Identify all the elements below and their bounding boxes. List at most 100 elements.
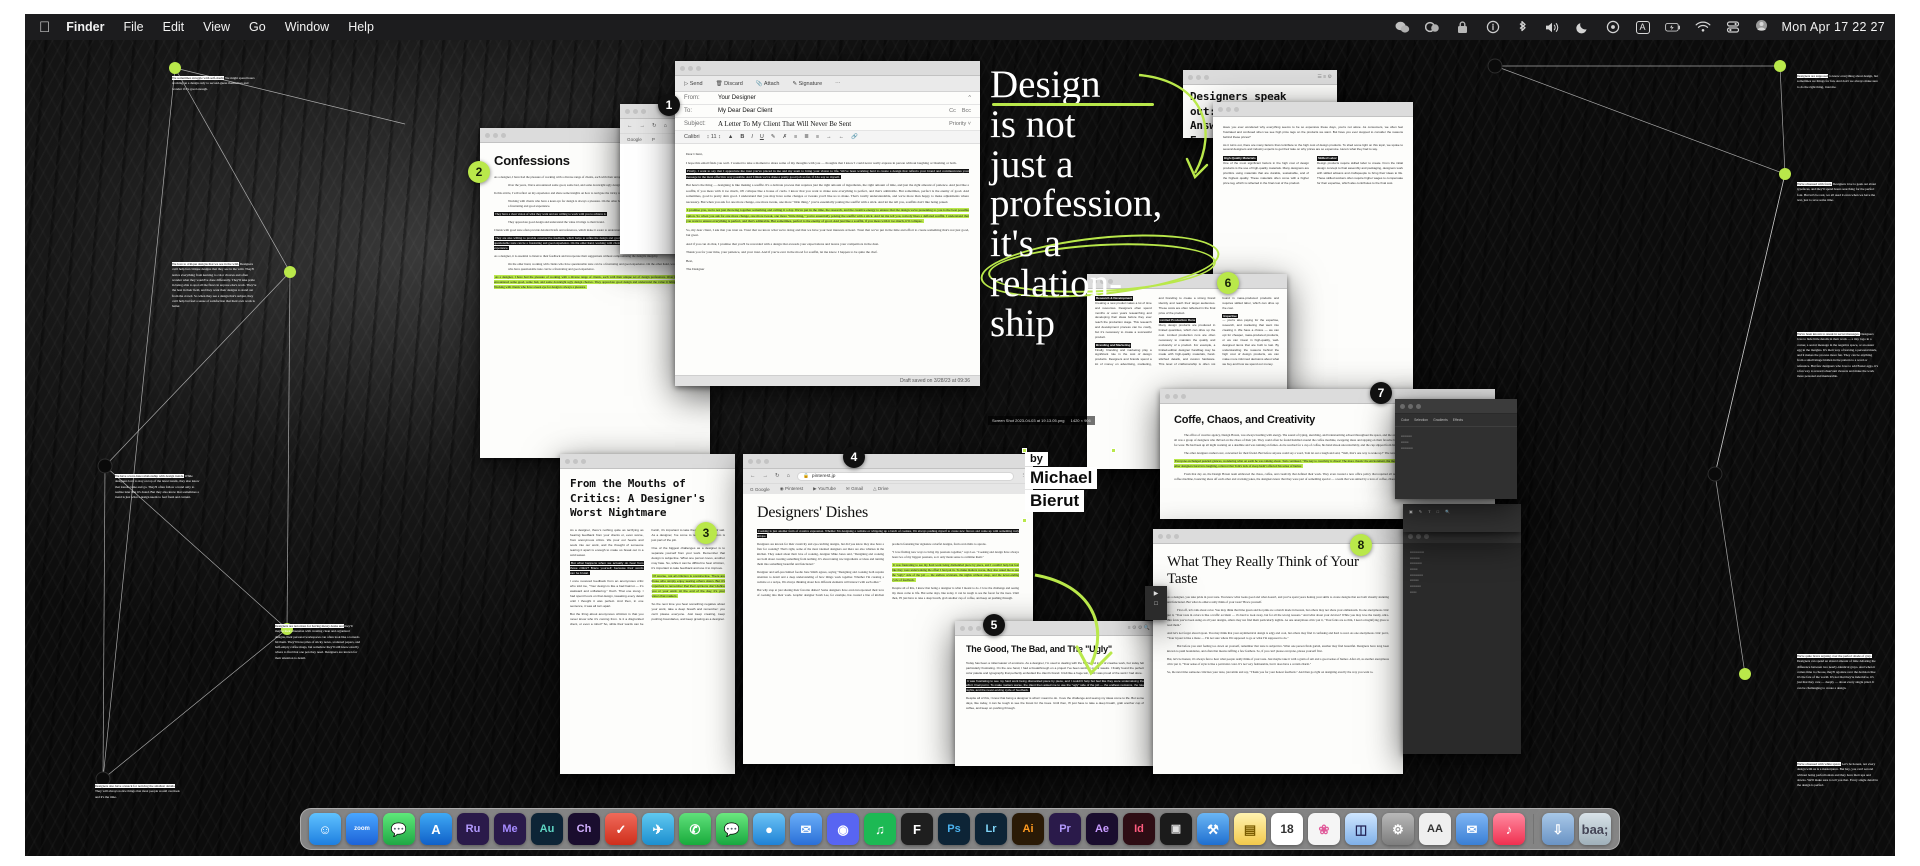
dock-item-zoom[interactable]: zoom bbox=[346, 813, 378, 845]
apple-menu-icon[interactable]:  bbox=[39, 20, 50, 35]
bcc-button[interactable]: Bcc bbox=[962, 108, 971, 114]
window-titlebar[interactable] bbox=[1395, 399, 1517, 414]
email-to-row[interactable]: To: My Dear Dear Client Cc Bcc bbox=[675, 105, 980, 118]
browser-bookmarks-row[interactable]: G Google ◉ Pinterest ▶ YouTube ✉ Gmail △… bbox=[743, 483, 1033, 494]
selection-handle-top-right[interactable] bbox=[1111, 448, 1116, 453]
tab-gradients[interactable]: Gradients bbox=[1433, 418, 1448, 422]
lock-icon[interactable] bbox=[1455, 19, 1471, 35]
address-bar[interactable]: 🔒 pinterest.jp bbox=[796, 471, 1014, 481]
annotation-badge-4[interactable]: 4 bbox=[843, 446, 865, 468]
maximize-button[interactable] bbox=[501, 132, 506, 138]
annotation-badge-7[interactable]: 7 bbox=[1370, 382, 1392, 404]
back-arrow-icon[interactable]: ← bbox=[627, 123, 633, 129]
panel-row[interactable]: ▪▪▪▪▪▪▪▪▪▪▪ bbox=[1401, 445, 1511, 451]
maximize-button[interactable] bbox=[1424, 533, 1429, 539]
dock-item-trash[interactable]: baa; bbox=[1579, 813, 1611, 845]
dock-item-bridge[interactable]: ▣ bbox=[1160, 813, 1192, 845]
close-button[interactable] bbox=[1400, 403, 1405, 409]
attribution-block[interactable]: by Michael Bierut bbox=[1022, 448, 1116, 523]
selection-handle-top-left[interactable] bbox=[1022, 448, 1027, 453]
email-body[interactable]: Dear Client, I hope this email finds you… bbox=[675, 144, 980, 284]
email-compose-window[interactable]: ▷ Send 🗑 Discard 📎 Attach ✎ Signature ⋯ … bbox=[675, 61, 980, 386]
home-icon[interactable]: ⌂ bbox=[664, 123, 667, 129]
email-subject-row[interactable]: Subject: A Letter To My Client That Will… bbox=[675, 118, 980, 131]
tools-column[interactable]: ▶ □ bbox=[1145, 586, 1167, 611]
minimize-button[interactable] bbox=[688, 65, 693, 71]
dock-item-preview[interactable]: ◫ bbox=[1345, 813, 1377, 845]
bullet-list-icon[interactable]: ≡ bbox=[794, 134, 797, 140]
bookmark-gmail[interactable]: ✉ Gmail bbox=[846, 486, 863, 492]
dock-item-illustrator[interactable]: Ai bbox=[1012, 813, 1044, 845]
dock-item-premiere-pro[interactable]: Pr bbox=[1049, 813, 1081, 845]
subject-field[interactable]: A Letter To My Client That Will Never Be… bbox=[718, 120, 949, 128]
tab-color[interactable]: Color bbox=[1401, 418, 1409, 422]
dock-item-mail[interactable]: ✉ bbox=[790, 813, 822, 845]
menu-item-finder[interactable]: Finder bbox=[66, 20, 104, 34]
annotation-badge-5[interactable]: 5 bbox=[983, 614, 1005, 636]
priority-dropdown[interactable]: Priority ˅ bbox=[949, 121, 971, 127]
dark-toolbar-panel[interactable]: ▣ ✎ T □ 🔍 bbox=[1403, 504, 1521, 532]
maximize-button[interactable] bbox=[581, 458, 586, 464]
forward-arrow-icon[interactable]: → bbox=[763, 473, 769, 479]
menu-item-help[interactable]: Help bbox=[348, 20, 374, 34]
dock-item-photoshop[interactable]: Ps bbox=[938, 813, 970, 845]
close-button[interactable] bbox=[1158, 533, 1163, 539]
close-button[interactable] bbox=[565, 458, 570, 464]
wifi-icon[interactable] bbox=[1695, 19, 1711, 35]
to-field[interactable]: My Dear Dear Client bbox=[718, 108, 949, 114]
align-icon[interactable]: ≡ bbox=[816, 134, 819, 140]
dock-item-spotify[interactable]: ♫ bbox=[864, 813, 896, 845]
dock-item-photos[interactable]: ❀ bbox=[1308, 813, 1340, 845]
design-tool-panel[interactable]: Color Selection Gradients Effects ▪▪▪▪▪▪… bbox=[1395, 399, 1517, 499]
font-color-icon[interactable]: ▲ bbox=[728, 134, 733, 140]
control-center-icon[interactable] bbox=[1725, 19, 1741, 35]
font-size-select[interactable]: ↕ 11 ↕ bbox=[707, 134, 721, 140]
dock-item-figma[interactable]: F bbox=[901, 813, 933, 845]
close-button[interactable] bbox=[960, 625, 965, 631]
minimize-button[interactable] bbox=[493, 132, 498, 138]
dock-item-notes[interactable]: ▤ bbox=[1234, 813, 1266, 845]
bookmark-youtube[interactable]: ▶ YouTube bbox=[813, 486, 836, 492]
reload-icon[interactable]: ↻ bbox=[652, 123, 657, 129]
dock[interactable]: ☺ zoom 💬 A Ru Me Au Ch ✓ ✈ ✆ 💬 ● ✉ ◉ ♫ F… bbox=[300, 808, 1620, 850]
menubar-clock[interactable]: Mon Apr 17 22 27 bbox=[1782, 20, 1885, 34]
tab-effects[interactable]: Effects bbox=[1453, 418, 1463, 422]
minimize-button[interactable] bbox=[756, 458, 761, 464]
numbered-list-icon[interactable]: ≣ bbox=[804, 134, 809, 140]
close-button[interactable] bbox=[1408, 533, 1413, 539]
dock-item-messages[interactable]: 💬 bbox=[383, 813, 415, 845]
clear-format-icon[interactable]: ✗ bbox=[782, 134, 787, 140]
small-tools-window[interactable]: ▶ □ bbox=[1145, 586, 1167, 620]
italic-button[interactable]: I bbox=[751, 134, 753, 140]
maximize-button[interactable] bbox=[1234, 106, 1239, 112]
bookmark-google[interactable]: G Google bbox=[750, 487, 770, 492]
close-button[interactable] bbox=[625, 108, 630, 114]
dock-item-calendar[interactable]: 18 bbox=[1271, 813, 1303, 845]
bookmark-pinterest[interactable]: ◉ Pinterest bbox=[780, 486, 803, 492]
underline-button[interactable]: U bbox=[760, 134, 764, 140]
forward-arrow-icon[interactable]: → bbox=[640, 123, 646, 129]
maximize-button[interactable] bbox=[976, 625, 981, 631]
dock-item-discord[interactable]: ◉ bbox=[827, 813, 859, 845]
back-arrow-icon[interactable]: ← bbox=[750, 473, 756, 479]
minimize-button[interactable] bbox=[968, 625, 973, 631]
maximize-button[interactable] bbox=[641, 108, 646, 114]
info-circle-icon[interactable] bbox=[1485, 19, 1501, 35]
window-titlebar[interactable] bbox=[560, 454, 735, 469]
dock-item-lightroom[interactable]: Lr bbox=[975, 813, 1007, 845]
dock-item-downloads[interactable]: ⇩ bbox=[1542, 813, 1574, 845]
menu-bar[interactable]:  Finder File Edit View Go Window Help bbox=[25, 14, 1895, 40]
input-source-a-icon[interactable]: A bbox=[1635, 19, 1651, 35]
square-tool-icon[interactable]: □ bbox=[1154, 601, 1158, 607]
annotation-badge-6[interactable]: 6 bbox=[1217, 272, 1239, 294]
dock-item-music[interactable]: ♪ bbox=[1493, 813, 1525, 845]
dock-item-finder[interactable]: ☺ bbox=[309, 813, 341, 845]
dock-item-qq[interactable]: ● bbox=[753, 813, 785, 845]
bold-button[interactable]: B bbox=[740, 134, 744, 140]
dock-item-xcode[interactable]: ⚒ bbox=[1197, 813, 1229, 845]
panel-toolbar[interactable]: ▣ ✎ T □ 🔍 bbox=[1403, 504, 1521, 519]
bookmark-drive[interactable]: △ Drive bbox=[873, 486, 889, 492]
dock-item-media-encoder[interactable]: Me bbox=[494, 813, 526, 845]
close-button[interactable] bbox=[1165, 393, 1170, 399]
do-not-disturb-moon-icon[interactable] bbox=[1575, 19, 1591, 35]
